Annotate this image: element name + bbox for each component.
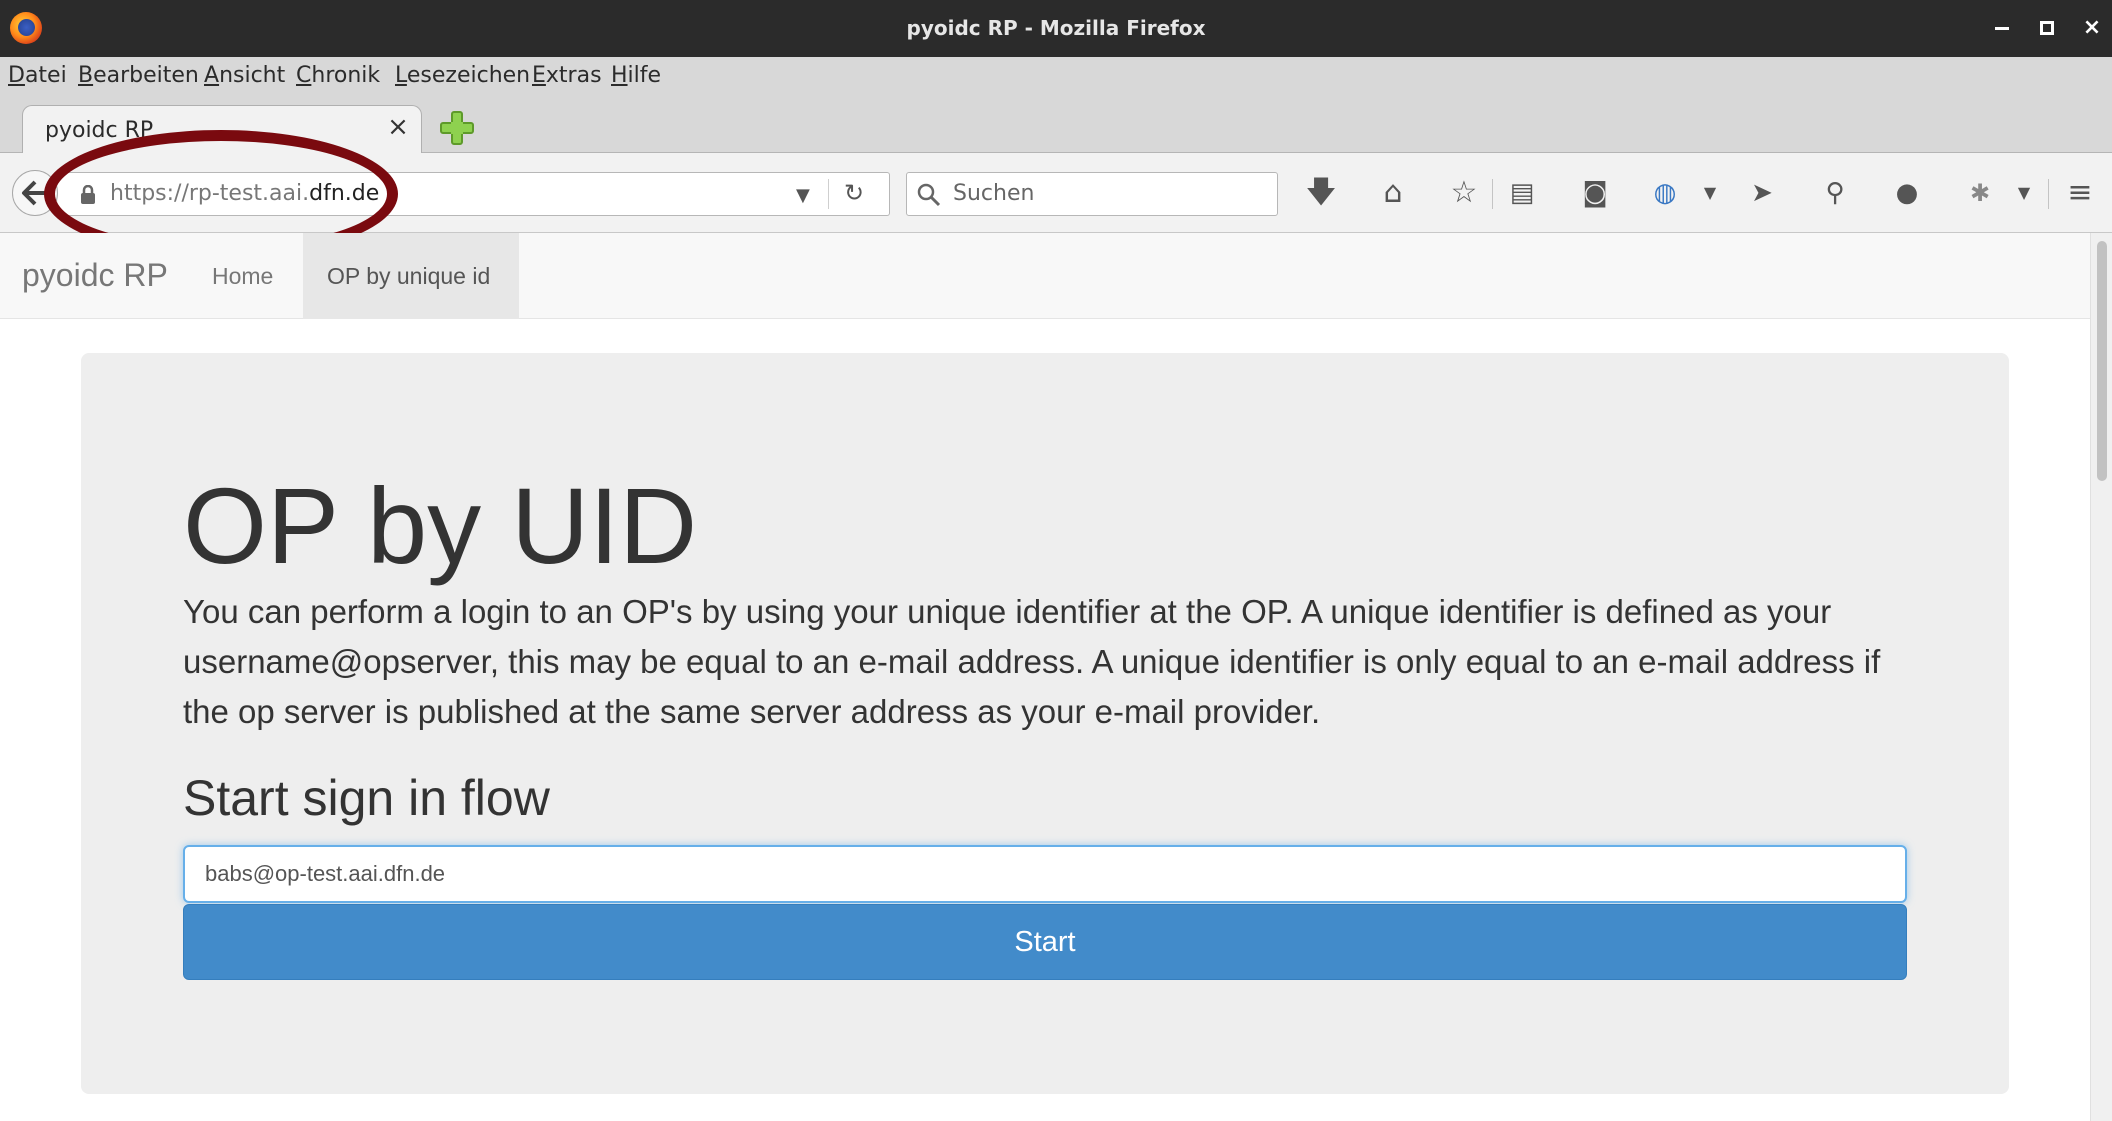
start-button[interactable]: Start (183, 904, 1907, 980)
download-icon[interactable]: 🡇 (1301, 173, 1341, 213)
menu-bearbeiten[interactable]: Bearbeiten (78, 63, 199, 88)
window-titlebar: pyoidc RP - Mozilla Firefox × (0, 0, 2112, 57)
chat-icon[interactable]: ● (1887, 173, 1927, 213)
pocket-icon[interactable]: ◙ (1575, 173, 1615, 213)
nav-home-link[interactable]: Home (212, 263, 273, 290)
hamburger-menu-icon[interactable]: ≡ (2060, 173, 2100, 213)
site-brand[interactable]: pyoidc RP (22, 257, 168, 294)
menu-lesezeichen[interactable]: Lesezeichen (395, 63, 530, 88)
home-icon[interactable]: ⌂ (1373, 173, 1413, 213)
form-title: Start sign in flow (183, 770, 550, 826)
globe-addon-icon[interactable]: ◍ (1645, 173, 1685, 213)
extension-dropdown-icon[interactable]: ▼ (2004, 173, 2044, 213)
url-separator (828, 179, 829, 209)
nav-op-by-unique-id-label: OP by unique id (327, 263, 491, 289)
page-scrollbar[interactable] (2090, 233, 2112, 1121)
tab-close-icon[interactable]: × (385, 114, 411, 140)
reader-list-icon[interactable]: ▤ (1502, 173, 1542, 213)
unique-id-input[interactable] (183, 845, 1907, 903)
maximize-icon (2040, 21, 2054, 35)
menu-ansicht[interactable]: Ansicht (204, 63, 285, 88)
reload-icon[interactable]: ↻ (844, 179, 864, 207)
web-page: pyoidc RP Home OP by unique id OP by UID… (0, 233, 2090, 1121)
menu-hilfe[interactable]: Hilfe (611, 63, 661, 88)
minimize-icon (1995, 27, 2009, 30)
menu-extras[interactable]: Extras (532, 63, 602, 88)
search-icon (917, 183, 941, 207)
send-icon[interactable]: ➤ (1742, 173, 1782, 213)
toolbar-separator (1492, 179, 1493, 209)
search-placeholder: Suchen (953, 181, 1035, 206)
menu-chronik[interactable]: Chronik (296, 63, 380, 88)
page-title: OP by UID (183, 465, 698, 586)
close-window-button[interactable]: × (2078, 14, 2106, 42)
menu-bar: Datei Bearbeiten Ansicht Chronik Lesezei… (0, 57, 2112, 97)
window-title: pyoidc RP - Mozilla Firefox (906, 16, 1206, 40)
page-description: You can perform a login to an OP's by us… (183, 593, 1881, 730)
extension-icon[interactable]: ✱ (1960, 173, 2000, 213)
new-tab-plus-icon[interactable] (440, 111, 474, 145)
bookmark-star-icon[interactable]: ☆ (1444, 173, 1484, 213)
scrollbar-thumb[interactable] (2097, 241, 2107, 481)
minimize-button[interactable] (1988, 14, 2016, 42)
pin-icon[interactable]: ⚲ (1815, 173, 1855, 213)
search-box[interactable]: Suchen (906, 172, 1278, 216)
url-dropdown-icon[interactable]: ▼ (796, 185, 810, 206)
nav-op-by-unique-id[interactable]: OP by unique id (303, 233, 519, 319)
jumbotron: OP by UID You can perform a login to an … (81, 353, 2009, 1094)
toolbar-separator (2048, 179, 2049, 209)
site-navbar: pyoidc RP Home OP by unique id (0, 233, 2090, 319)
menu-datei[interactable]: Datei (8, 63, 67, 88)
addon-dropdown-icon[interactable]: ▼ (1690, 173, 1730, 213)
maximize-button[interactable] (2033, 14, 2061, 42)
